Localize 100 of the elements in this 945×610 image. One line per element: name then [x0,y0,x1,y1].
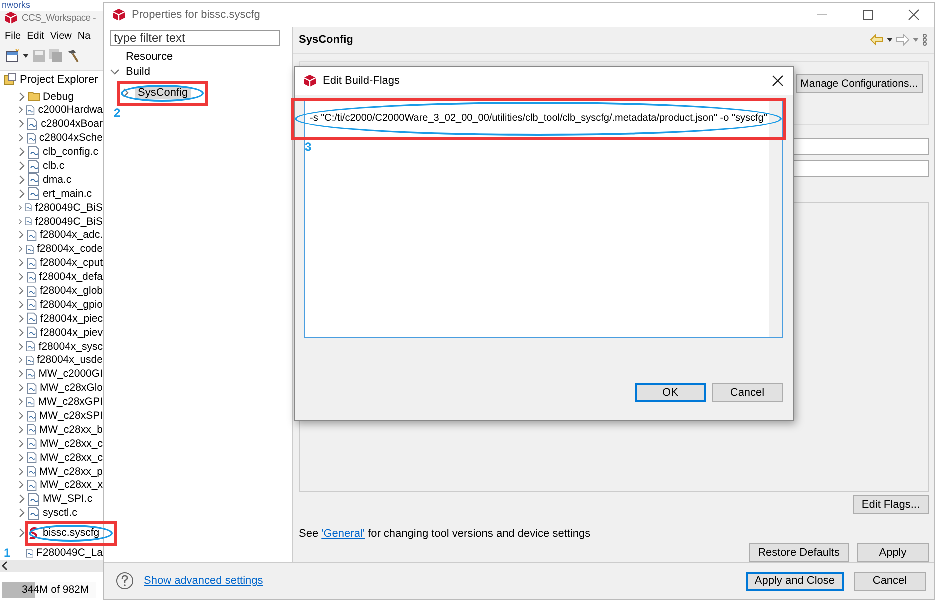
tree-item-label[interactable]: dma.c [43,174,72,186]
horizontal-scrollbar[interactable] [0,560,103,572]
tree-item-label[interactable]: f280049C_BiS [35,202,103,214]
scroll-left-icon[interactable] [0,561,10,571]
dropdown-caret-icon[interactable] [887,38,893,42]
tree-item-label[interactable]: MW_c28xx_x [40,479,103,492]
source-file-icon [28,146,40,159]
chevron-icon [18,328,24,338]
tree-item[interactable]: Resource [123,51,176,63]
tree-item-label[interactable]: f28004x_sysc [38,340,103,353]
maximize-icon[interactable] [862,9,874,21]
chevron-icon [18,300,24,310]
tree-item-label[interactable]: MW_c28xx_b [39,424,103,436]
source-file-icon [28,173,40,186]
chevron-icon [18,411,24,422]
view-menu-icon[interactable] [922,34,928,46]
tree-item-label[interactable]: Debug [43,90,74,103]
source-file-icon [28,506,40,520]
tree-item-label[interactable]: ert_main.c [43,188,92,200]
tree-item-label[interactable]: MW_c2000GI [38,368,103,380]
page-button[interactable]: Apply [857,543,929,562]
chevron-icon [18,438,24,449]
tree-item-label[interactable]: f28004x_code [37,243,103,256]
chevron-icon [18,508,25,518]
chevron-icon [18,452,24,463]
tree-item-label[interactable]: MW_c28xx_c [40,452,103,464]
background-text: nworks [2,0,31,10]
tree-item-label[interactable]: MW_SPI.c [43,493,93,506]
help-icon[interactable] [116,572,134,590]
chevron-icon [18,230,24,240]
tree-item-label[interactable]: MW_c28xSPI [39,410,103,422]
source-file-icon [26,354,34,367]
chevron-icon [18,174,25,185]
tree-item[interactable]: Build [123,66,154,78]
dialog-button[interactable]: OK [635,383,706,402]
source-file-icon [26,437,37,450]
tree-item-label[interactable]: f280049C_BiS [35,216,103,228]
menu-item[interactable]: Edit [27,30,44,42]
tree-item-label[interactable]: F280049C_La [36,547,103,560]
tree-item-label[interactable]: f28004x_piec [40,312,103,325]
close-icon[interactable] [908,9,920,21]
tree-item-label[interactable]: clb.c [43,160,65,172]
tree-item[interactable]: SysConfig [135,87,192,99]
vertical-scrollbar[interactable] [769,99,782,337]
source-file-icon [28,160,40,172]
source-file-icon [26,242,34,256]
tree-item-label[interactable]: MW_c28xGPI [38,396,103,408]
tree-item-label[interactable]: c2000Hardwa [38,104,103,116]
chevron-icon [18,133,24,144]
show-advanced-settings-link[interactable]: Show advanced settings [144,575,264,587]
heap-status-text: 344M of 982M [21,584,90,596]
menu-item[interactable]: View [50,30,72,42]
chevron-icon [18,528,25,538]
tree-item-label[interactable]: c28004xSche [39,132,103,144]
hammer-icon[interactable] [66,49,80,64]
tree-item-label[interactable]: f28004x_glob [40,285,103,298]
footer-button[interactable]: Cancel [854,572,926,590]
chevron-icon [18,480,24,490]
source-file-icon [28,492,40,506]
tree-item-label[interactable]: bissc.syscfg [43,527,100,540]
menu-item[interactable]: Na [78,30,91,42]
tree-item-label[interactable]: f28004x_defa [39,271,103,284]
source-file-icon [26,228,37,242]
menu-item[interactable]: File [5,30,22,42]
page-button[interactable]: Restore Defaults [749,543,849,562]
project-explorer-icon [4,73,17,86]
close-icon[interactable] [772,75,784,87]
source-file-icon [26,451,37,464]
tree-item-label[interactable]: f28004x_piev [40,326,103,339]
window-title: Properties for bissc.syscfg [132,9,260,21]
tree-item-label[interactable]: f28004x_gpio [40,298,103,311]
source-file-icon [26,478,37,492]
general-link[interactable]: 'General' [322,528,365,540]
tree-item-label[interactable]: f28004x_cput [40,257,103,270]
dropdown-caret-icon[interactable] [23,54,29,58]
source-file-icon [26,298,37,312]
source-file-icon [26,132,36,145]
footer-button[interactable]: Apply and Close [746,572,844,590]
tree-item-label[interactable]: MW_c28xx_p [39,466,103,478]
filter-field[interactable]: type filter text [110,30,280,46]
source-file-icon [26,256,37,270]
dialog-title: Edit Build-Flags [323,75,400,87]
tree-item-label[interactable]: f28004x_adc. [40,229,103,242]
panel-tab-title[interactable]: Project Explorer [20,74,98,86]
app-icon [303,74,317,88]
tree-item-label[interactable]: sysctl.c [43,507,78,520]
edit-flags-button[interactable]: Edit Flags... [852,495,929,514]
manage-configurations-button[interactable]: Manage Configurations... [796,74,923,93]
chevron-icon [18,424,24,435]
chevron-icon [18,397,24,408]
tree-item-label[interactable]: c28004xBoar [41,118,103,130]
chevron-icon [18,92,25,102]
tree-item-label[interactable]: MW_c28xx_c [40,438,103,450]
new-file-icon[interactable] [6,49,20,64]
tree-item-label[interactable]: f28004x_usde [37,354,103,366]
source-file-icon [26,465,36,478]
dialog-button[interactable]: Cancel [712,383,783,402]
tree-item-label[interactable]: MW_c28xGlo [40,382,103,394]
chevron-icon[interactable] [110,67,120,77]
tree-item-label[interactable]: clb_config.c [43,146,98,158]
